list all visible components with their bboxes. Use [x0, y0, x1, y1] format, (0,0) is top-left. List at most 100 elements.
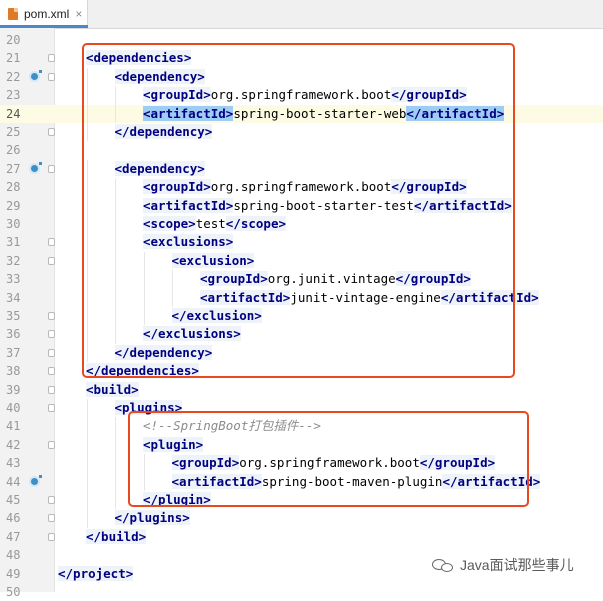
code-line[interactable]: 45 </plugin> — [0, 491, 603, 510]
line-number: 33 — [6, 272, 21, 287]
fold-marker-icon[interactable] — [48, 312, 55, 320]
line-number: 46 — [6, 511, 21, 526]
line-number: 37 — [6, 345, 21, 360]
code-text: <artifactId>spring-boot-starter-test</ar… — [143, 197, 512, 215]
fold-marker-icon[interactable] — [48, 532, 55, 541]
xml-tag: </groupId> — [391, 87, 467, 103]
code-text: <plugins> — [114, 399, 183, 417]
xml-comment: <!--SpringBoot打包插件--> — [143, 418, 321, 434]
xml-tag: <artifactId> — [171, 473, 262, 489]
xml-value: spring-boot-starter-test — [233, 197, 414, 213]
line-number: 32 — [6, 253, 21, 268]
code-text: </build> — [86, 528, 147, 546]
code-text: </dependency> — [114, 123, 213, 141]
code-text: </dependencies> — [86, 362, 199, 380]
code-line[interactable]: 35 </exclusion> — [0, 307, 603, 326]
indent-guide — [143, 251, 145, 271]
line-number: 20 — [6, 33, 21, 47]
fold-marker-icon[interactable] — [48, 385, 55, 394]
code-line[interactable]: 28 <groupId>org.springframework.boot</gro… — [0, 178, 603, 197]
fold-marker-icon[interactable] — [48, 496, 55, 504]
code-line[interactable]: 25 </dependency> — [0, 123, 603, 142]
xml-tag: </artifactId> — [440, 289, 539, 305]
fold-marker-icon[interactable] — [48, 330, 55, 339]
watermark-text: Java面试那些事儿 — [460, 557, 574, 573]
line-number: 42 — [6, 437, 21, 452]
code-line[interactable]: 21 <dependencies> — [0, 49, 603, 67]
indent-guide — [86, 454, 88, 473]
close-tab-icon[interactable]: × — [75, 7, 82, 21]
fold-marker-icon[interactable] — [48, 404, 55, 412]
fold-marker-icon[interactable] — [48, 348, 55, 357]
indent-guide — [143, 270, 145, 289]
code-line[interactable]: 50 — [0, 583, 603, 601]
fold-marker-icon[interactable] — [48, 367, 55, 376]
indent-guide — [86, 67, 88, 87]
xml-tag: </plugin> — [143, 492, 211, 507]
indent-guide — [86, 86, 88, 105]
code-line[interactable]: 27 <dependency> — [0, 159, 603, 179]
code-line[interactable]: 36 </exclusions> — [0, 325, 603, 344]
code-line[interactable]: 24 <artifactId>spring-boot-starter-web</a… — [0, 104, 603, 123]
indent-guide — [115, 307, 116, 326]
code-line[interactable]: 39 <build> — [0, 381, 603, 399]
indent-guide — [115, 435, 116, 455]
code-line[interactable]: 38 </dependencies> — [0, 362, 603, 380]
indent-guide — [143, 288, 145, 307]
maven-dependency-gutter-icon[interactable] — [29, 161, 42, 174]
indent-guide — [115, 251, 116, 271]
line-number: 48 — [6, 548, 21, 563]
indent-guide — [115, 178, 116, 197]
fold-marker-icon[interactable] — [48, 72, 55, 81]
code-line[interactable]: 46 </plugins> — [0, 509, 603, 528]
code-text: <artifactId>spring-boot-maven-plugin</ar… — [171, 473, 541, 491]
indent-guide — [86, 399, 88, 418]
code-line[interactable]: 37 </dependency> — [0, 343, 603, 363]
code-text: <artifactId>spring-boot-starter-web</art… — [143, 105, 505, 123]
xml-tag: <groupId> — [200, 271, 268, 287]
xml-value: org.junit.vintage — [267, 271, 396, 287]
indent-guide — [172, 288, 173, 307]
code-line[interactable]: 40 <plugins> — [0, 399, 603, 418]
fold-marker-icon[interactable] — [48, 440, 55, 449]
code-line[interactable]: 20 — [0, 31, 603, 49]
code-line[interactable]: 41 <!--SpringBoot打包插件--> — [0, 417, 603, 436]
code-line[interactable]: 44 <artifactId>spring-boot-maven-plugin</… — [0, 472, 603, 491]
xml-tag: <artifactId> — [143, 197, 234, 213]
code-line[interactable]: 42 <plugin> — [0, 435, 603, 455]
indent-guide — [86, 435, 88, 455]
indent-guide — [86, 417, 88, 436]
code-text: <plugin> — [143, 436, 204, 454]
code-line[interactable]: 32 <exclusion> — [0, 251, 603, 271]
code-line[interactable]: 31 <exclusions> — [0, 233, 603, 252]
xml-tag: </dependency> — [114, 344, 213, 360]
tab-pom-xml[interactable]: pom.xml × — [0, 0, 88, 28]
line-number: 21 — [6, 51, 21, 66]
code-text: <groupId>org.junit.vintage</groupId> — [200, 270, 471, 288]
code-line[interactable]: 30 <scope>test</scope> — [0, 215, 603, 234]
xml-tag: </exclusion> — [171, 308, 262, 323]
code-line[interactable]: 26 — [0, 141, 603, 159]
code-text: <exclusions> — [143, 233, 234, 251]
fold-marker-icon[interactable] — [48, 256, 55, 265]
code-line[interactable]: 33 <groupId>org.junit.vintage</groupId> — [0, 270, 603, 289]
xml-tag: </project> — [58, 565, 134, 581]
fold-marker-icon[interactable] — [48, 128, 55, 136]
line-number: 30 — [6, 217, 21, 231]
line-number: 47 — [6, 529, 21, 544]
code-line[interactable]: 34 <artifactId>junit-vintage-engine</arti… — [0, 288, 603, 307]
indent-guide — [172, 270, 173, 289]
code-line[interactable]: 23 <groupId>org.springframework.boot</gro… — [0, 86, 603, 105]
code-line[interactable]: 43 <groupId>org.springframework.boot</gro… — [0, 454, 603, 473]
code-line[interactable]: 47 </build> — [0, 528, 603, 546]
fold-marker-icon[interactable] — [48, 164, 55, 173]
fold-marker-icon[interactable] — [48, 54, 55, 63]
code-line[interactable]: 22 <dependency> — [0, 67, 603, 87]
fold-marker-icon[interactable] — [48, 238, 55, 247]
code-editor[interactable]: 20 21 <dependencies> 22 <dependency> 23 <group… — [0, 28, 603, 599]
fold-marker-icon[interactable] — [48, 514, 55, 523]
line-number: 25 — [6, 125, 21, 139]
maven-dependency-gutter-icon[interactable] — [29, 474, 42, 487]
maven-dependency-gutter-icon[interactable] — [29, 69, 42, 82]
code-line[interactable]: 29 <artifactId>spring-boot-starter-test</… — [0, 196, 603, 215]
